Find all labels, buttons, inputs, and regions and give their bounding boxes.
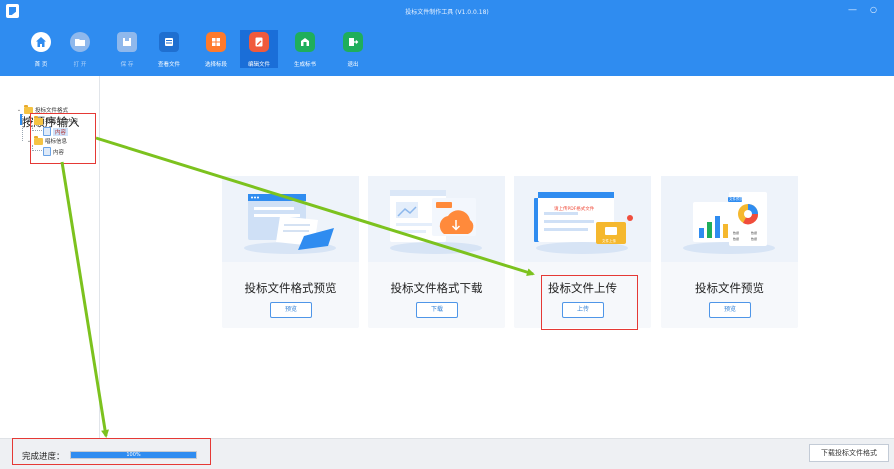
exit-icon	[343, 32, 363, 52]
tree-node-label: 投标文件格式	[35, 108, 69, 114]
tree-node-label: 内容	[53, 149, 65, 156]
chart-report-illustration: 文件预览 数据 数据 数据 数据	[661, 176, 798, 262]
preview-tag: 文件预览	[729, 197, 743, 201]
home-icon	[31, 32, 51, 52]
legend-item: 数据	[751, 231, 758, 235]
title-bar: 投标文件制作工具 (V1.0.0.18) — ○	[0, 0, 894, 22]
toolbar-select-section-button[interactable]: 选择标段	[197, 32, 235, 68]
legend-item: 数据	[751, 237, 758, 241]
pdf-upload-illustration: 请上传PDF格式文件 文件上传	[514, 176, 651, 262]
progress-bar: 100%	[70, 451, 197, 459]
toolbar-label: 选择标段	[204, 62, 227, 68]
toolbar-home-button[interactable]: 首 页	[22, 32, 60, 68]
card-format-download: 投标文件格式下载 下载	[368, 176, 505, 328]
tree-node-content-2[interactable]: 内容	[43, 147, 64, 156]
close-button[interactable]: ○	[870, 4, 877, 16]
cloud-download-illustration	[368, 176, 505, 262]
toolbar-generate-bid-button[interactable]: 生成标书	[286, 32, 324, 68]
card-title: 投标文件格式预览	[244, 281, 337, 295]
download-bid-format-button[interactable]: 下载投标文件格式	[809, 444, 889, 462]
document-preview-illustration	[222, 176, 359, 262]
tree-node-bid-info[interactable]: ⌄ 唱标信息	[26, 135, 68, 145]
card-title: 投标文件上传	[548, 281, 617, 295]
toolbar-label: 生成标书	[293, 62, 316, 68]
toolbar: 首 页 打 开 保 存 查看文件 选择标段 编辑文件 生成标书 退出	[0, 30, 894, 76]
select-section-icon	[206, 32, 226, 52]
preview-format-button[interactable]: 预览	[270, 302, 312, 318]
upload-hint-badge: 请上传PDF格式文件	[554, 207, 595, 212]
generate-bid-icon	[295, 32, 315, 52]
document-icon	[43, 127, 51, 136]
tree-node-label: 内容	[53, 127, 69, 136]
folder-icon	[34, 115, 43, 125]
chevron-down-icon[interactable]: ⌄	[16, 107, 22, 113]
folder-icon	[34, 135, 43, 145]
edit-file-icon	[249, 32, 269, 52]
tree-connector	[32, 125, 42, 131]
toolbar-label: 打 开	[73, 62, 87, 68]
folder-icon	[24, 104, 33, 114]
toolbar-label: 查看文件	[157, 62, 180, 68]
view-file-icon	[159, 32, 179, 52]
upload-button[interactable]: 上传	[562, 302, 604, 318]
toolbar-label: 保 存	[120, 62, 134, 68]
progress-text: 100%	[126, 452, 141, 458]
toolbar-label: 编辑文件	[247, 62, 270, 68]
tree-connector	[32, 145, 42, 151]
legend-item: 数据	[733, 237, 740, 241]
tree-node-bid-format[interactable]: ⌄ 投标文件格式	[16, 104, 69, 114]
toolbar-open-button[interactable]: 打 开	[61, 32, 99, 68]
toolbar-label: 退出	[347, 62, 359, 68]
card-format-preview: 投标文件格式预览 预览	[222, 176, 359, 328]
card-file-preview: 文件预览 数据 数据 数据 数据 投标文件预览 预览	[661, 176, 798, 328]
toolbar-label: 首 页	[34, 62, 48, 68]
toolbar-edit-file-button[interactable]: 编辑文件	[240, 30, 278, 68]
chevron-down-icon[interactable]: ⌄	[26, 138, 32, 144]
folder-open-icon	[70, 32, 90, 52]
toolbar-save-button[interactable]: 保 存	[108, 32, 146, 68]
app-header: 投标文件制作工具 (V1.0.0.18) — ○ 首 页 打 开 保 存 查看文…	[0, 0, 894, 76]
upload-folder-label: 文件上传	[602, 239, 616, 243]
toolbar-view-file-button[interactable]: 查看文件	[150, 32, 188, 68]
preview-file-button[interactable]: 预览	[709, 302, 751, 318]
card-title: 投标文件预览	[695, 281, 764, 295]
card-file-upload: 请上传PDF格式文件 文件上传 投标文件上传 上传	[514, 176, 651, 328]
download-format-card-button[interactable]: 下载	[416, 302, 458, 318]
tree-node-label: 投标文件内容	[45, 119, 79, 125]
tree-node-bid-content[interactable]: ⌄ 投标文件内容	[26, 115, 79, 125]
tree-node-label: 唱标信息	[45, 139, 68, 145]
document-icon	[43, 147, 51, 156]
toolbar-exit-button[interactable]: 退出	[334, 32, 372, 68]
tree-node-content-1[interactable]: 内容	[43, 127, 69, 136]
minimize-button[interactable]: —	[848, 4, 857, 16]
window-title: 投标文件制作工具 (V1.0.0.18)	[405, 9, 489, 16]
card-title: 投标文件格式下载	[390, 281, 483, 295]
progress-label: 完成进度：	[22, 452, 65, 462]
save-icon	[117, 32, 137, 52]
legend-item: 数据	[733, 231, 740, 235]
